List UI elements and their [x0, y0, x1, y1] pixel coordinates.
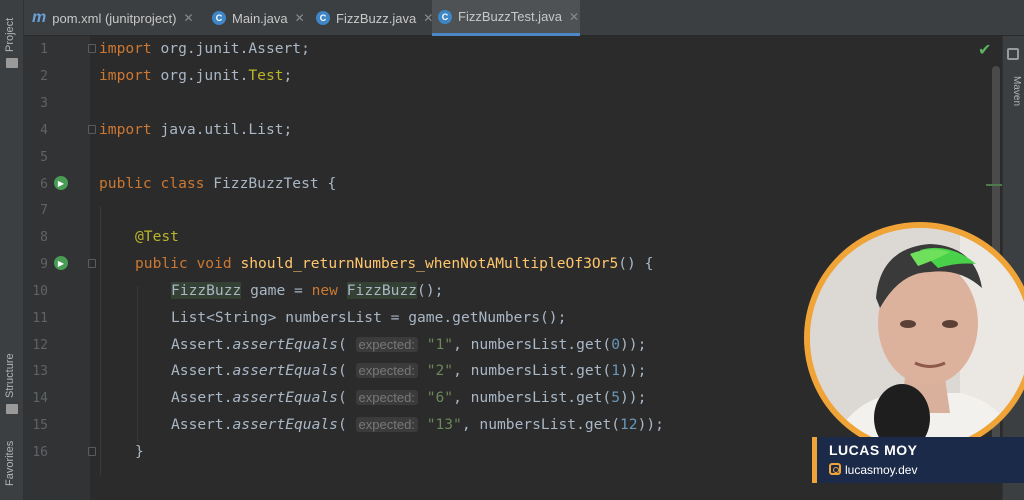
checkmark-icon[interactable]: ✔ [978, 40, 991, 59]
code-line-2: import org.junit.Test; [99, 67, 293, 84]
tab-fizzbuzztest-java[interactable]: C FizzBuzzTest.java ✕ [432, 0, 580, 36]
code-line-15: Assert.assertEquals( expected: "13", num… [171, 416, 664, 433]
code-line-1: import org.junit.Assert; [99, 40, 310, 57]
line-number: 12 [32, 338, 48, 353]
parameter-hint: expected: [355, 417, 418, 432]
close-icon[interactable]: ✕ [295, 11, 305, 25]
line-number: 3 [40, 96, 48, 111]
maven-icon[interactable] [1007, 48, 1019, 60]
fold-marker-icon[interactable] [88, 447, 96, 456]
project-tool-label[interactable]: Project [4, 18, 16, 52]
code-line-6: public class FizzBuzzTest { [99, 175, 337, 192]
line-number: 2 [40, 69, 48, 84]
presenter-name: LUCAS MOY [829, 442, 918, 458]
tab-label: Main.java [232, 10, 288, 26]
fold-marker-icon[interactable] [88, 125, 96, 134]
left-tool-strip: Project Structure Favorites [0, 0, 24, 500]
structure-icon[interactable] [6, 404, 18, 414]
line-number: 6 [40, 177, 48, 192]
presenter-portrait [810, 228, 1024, 448]
code-line-14: Assert.assertEquals( expected: "6", numb… [171, 389, 647, 406]
presenter-handle: lucasmoy.dev [845, 463, 918, 477]
parameter-hint: expected: [355, 337, 418, 352]
editor-tab-bar: m pom.xml (junitproject) ✕ C Main.java ✕… [24, 0, 1024, 36]
change-marker [986, 184, 1002, 186]
line-number: 10 [32, 284, 48, 299]
maven-tool-label[interactable]: Maven [1011, 76, 1022, 106]
tab-fizzbuzz-java[interactable]: C FizzBuzz.java ✕ [314, 0, 436, 36]
favorites-tool-label[interactable]: Favorites [4, 441, 16, 486]
tab-label: FizzBuzz.java [336, 10, 417, 26]
indent-guide [137, 286, 138, 442]
code-line-10: FizzBuzz game = new FizzBuzz(); [171, 282, 444, 299]
java-class-icon: C [212, 11, 226, 25]
tab-label: FizzBuzzTest.java [458, 9, 563, 24]
instagram-icon [829, 463, 841, 475]
parameter-hint: expected: [355, 363, 418, 378]
run-test-icon[interactable]: ▶ [54, 256, 68, 270]
line-number: 4 [40, 123, 48, 138]
parameter-hint: expected: [355, 390, 418, 405]
code-line-16: } [135, 443, 144, 460]
structure-tool-label[interactable]: Structure [4, 353, 16, 398]
line-number: 9 [40, 257, 48, 272]
code-line-13: Assert.assertEquals( expected: "2", numb… [171, 362, 647, 379]
line-number: 8 [40, 230, 48, 245]
webcam-overlay [804, 222, 1024, 454]
close-icon[interactable]: ✕ [184, 11, 194, 25]
code-line-12: Assert.assertEquals( expected: "1", numb… [171, 336, 647, 353]
java-class-icon: C [316, 11, 330, 25]
code-line-4: import java.util.List; [99, 121, 293, 138]
tab-pom-xml[interactable]: m pom.xml (junitproject) ✕ [30, 0, 208, 36]
code-line-11: List<String> numbersList = game.getNumbe… [171, 309, 567, 326]
indent-guide [100, 206, 101, 476]
line-number: 1 [40, 42, 48, 57]
line-number: 5 [40, 150, 48, 165]
tab-label: pom.xml (junitproject) [52, 10, 177, 26]
line-number: 7 [40, 203, 48, 218]
close-icon[interactable]: ✕ [569, 10, 579, 24]
code-line-8: @Test [135, 228, 179, 245]
line-number: 13 [32, 364, 48, 379]
line-number: 16 [32, 445, 48, 460]
line-number: 14 [32, 391, 48, 406]
fold-marker-icon[interactable] [88, 259, 96, 268]
java-class-icon: C [438, 9, 452, 24]
code-line-9: public void should_returnNumbers_whenNot… [135, 255, 654, 272]
maven-m-icon: m [32, 9, 47, 26]
line-number: 11 [32, 311, 48, 326]
folder-icon[interactable] [6, 58, 18, 68]
line-number: 15 [32, 418, 48, 433]
tab-main-java[interactable]: C Main.java ✕ [210, 0, 312, 36]
presenter-nameplate: LUCAS MOY lucasmoy.dev [812, 437, 1024, 483]
run-class-icon[interactable]: ▶ [54, 176, 68, 190]
fold-marker-icon[interactable] [88, 44, 96, 53]
